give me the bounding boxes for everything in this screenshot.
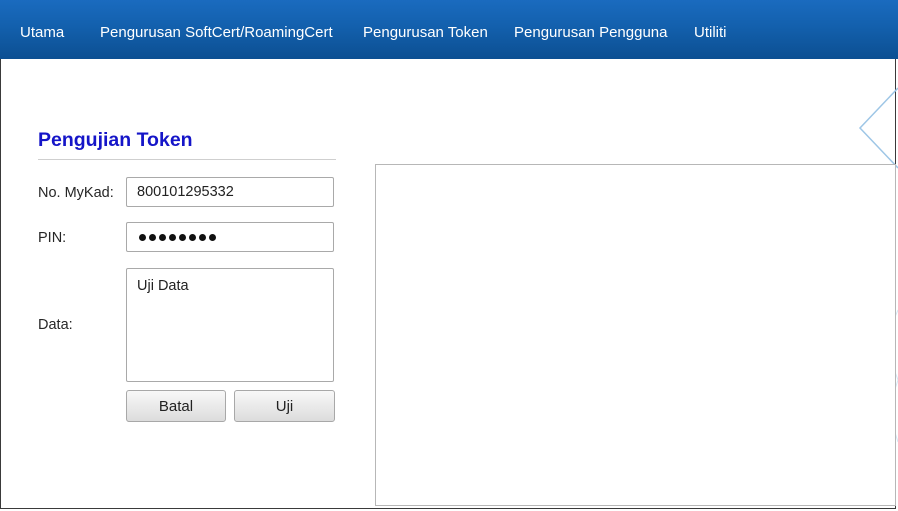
pin-input[interactable]	[126, 222, 334, 252]
menu-item-pengurusan-pengguna[interactable]: Pengurusan Pengguna	[514, 0, 667, 40]
page-title: Pengujian Token	[38, 129, 193, 151]
pin-mask-dot	[139, 233, 146, 241]
menu-item-utiliti[interactable]: Utiliti	[694, 0, 727, 40]
menu-item-pengurusan-softcert[interactable]: Pengurusan SoftCert/RoamingCert	[100, 0, 333, 40]
pin-mask-dot	[209, 233, 216, 241]
pin-mask-dot	[149, 233, 156, 241]
pin-mask-dot	[199, 233, 206, 241]
top-navigation-bar: Utama Pengurusan SoftCert/RoamingCert Pe…	[0, 0, 898, 59]
mykad-label: No. MyKad:	[38, 185, 114, 201]
pin-mask-dot	[169, 233, 176, 241]
data-text: Uji Data	[137, 278, 189, 294]
menu-item-pengurusan-token[interactable]: Pengurusan Token	[363, 0, 488, 40]
title-divider	[38, 159, 336, 160]
pin-mask-dot	[179, 233, 186, 241]
pin-mask-dot	[159, 233, 166, 241]
pin-label: PIN:	[38, 230, 67, 246]
pin-mask-dot	[189, 233, 196, 241]
output-panel	[375, 164, 896, 506]
test-button[interactable]: Uji	[234, 390, 335, 422]
pin-mask	[139, 223, 216, 251]
mykad-input[interactable]	[126, 177, 334, 207]
menu-item-utama[interactable]: Utama	[20, 0, 64, 40]
data-textarea[interactable]: Uji Data	[126, 268, 334, 382]
cancel-button[interactable]: Batal	[126, 390, 226, 422]
data-label: Data:	[38, 317, 73, 333]
